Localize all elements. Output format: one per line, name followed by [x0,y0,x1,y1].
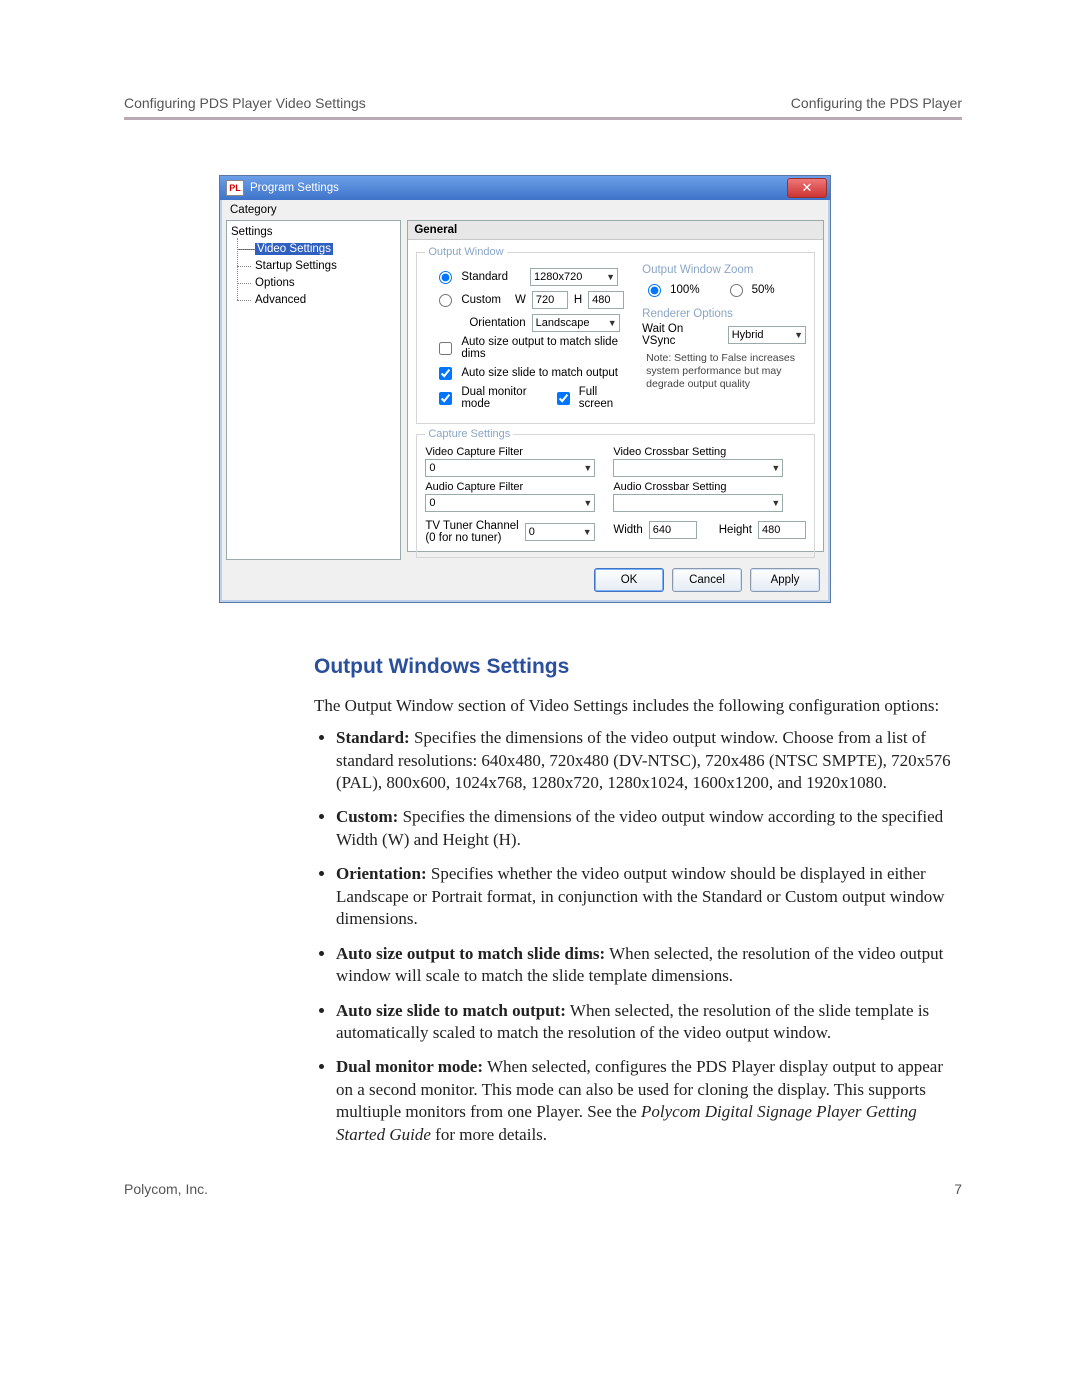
vsync-label: Wait On VSync [642,323,712,347]
capture-height-input[interactable] [758,521,806,539]
audio-capture-filter-select[interactable]: 0▼ [425,494,595,512]
renderer-legend: Renderer Options [642,308,806,320]
zoom-100-label: 100% [670,284,699,296]
list-item: Dual monitor mode: When selected, config… [336,1056,962,1146]
custom-width-input[interactable] [532,291,568,309]
tuner-channel-select[interactable]: 0▼ [525,523,595,541]
definition-list: Standard: Specifies the dimensions of th… [314,727,962,1146]
chevron-down-icon: ▼ [606,272,615,282]
custom-w-label: W [515,294,526,306]
list-item: Custom: Specifies the dimensions of the … [336,806,962,851]
capture-settings-group: Capture Settings Video Capture Filter 0▼… [416,428,815,558]
tree-item-advanced[interactable]: Advanced [231,292,396,309]
custom-height-input[interactable] [588,291,624,309]
chevron-down-icon: ▼ [583,498,592,508]
vsync-note: Note: Setting to False increases system … [642,350,806,391]
custom-radio[interactable] [439,294,452,307]
chevron-down-icon: ▼ [608,318,617,328]
orientation-select[interactable]: Landscape▼ [532,314,620,332]
list-item: Auto size output to match slide dims: Wh… [336,943,962,988]
custom-radio-label: Custom [461,294,501,306]
dialog-title: Program Settings [250,182,339,194]
video-capture-filter-select[interactable]: 0▼ [425,459,595,477]
list-item: Orientation: Specifies whether the video… [336,863,962,930]
full-screen-label: Full screen [579,386,624,410]
pane-title: General [408,221,823,240]
close-icon[interactable]: ✕ [787,178,827,198]
cancel-button[interactable]: Cancel [672,568,742,592]
tuner-label: TV Tuner Channel [425,520,518,532]
zoom-legend: Output Window Zoom [642,264,806,276]
section-intro: The Output Window section of Video Setti… [314,695,962,717]
standard-resolution-select[interactable]: 1280x720▼ [530,268,618,286]
audio-crossbar-select[interactable]: ▼ [613,494,783,512]
custom-h-label: H [574,294,582,306]
chevron-down-icon: ▼ [771,498,780,508]
zoom-50-label: 50% [752,284,775,296]
chevron-down-icon: ▼ [794,330,803,340]
tuner-label-sub: (0 for no tuner) [425,532,501,544]
audio-capture-filter-label: Audio Capture Filter [425,481,595,493]
list-item: Standard: Specifies the dimensions of th… [336,727,962,794]
video-crossbar-select[interactable]: ▼ [613,459,783,477]
full-screen-checkbox[interactable] [557,392,570,405]
output-window-legend: Output Window [425,246,506,258]
audio-crossbar-label: Audio Crossbar Setting [613,481,806,493]
orientation-label: Orientation [469,317,525,329]
dialog-titlebar[interactable]: PL Program Settings ✕ [220,176,830,200]
capture-width-label: Width [613,524,642,536]
auto-size-slide-label: Auto size slide to match output [461,367,618,379]
standard-radio[interactable] [439,271,452,284]
chevron-down-icon: ▼ [771,463,780,473]
video-capture-filter-label: Video Capture Filter [425,446,595,458]
dual-monitor-label: Dual monitor mode [461,386,540,410]
footer-right: 7 [954,1181,962,1197]
apply-button[interactable]: Apply [750,568,820,592]
footer-left: Polycom, Inc. [124,1181,208,1197]
capture-settings-legend: Capture Settings [425,428,513,440]
video-crossbar-label: Video Crossbar Setting [613,446,806,458]
auto-size-output-label: Auto size output to match slide dims [461,336,624,360]
settings-pane: General Output Window Standard 1280x [407,220,824,552]
vsync-select[interactable]: Hybrid▼ [728,326,806,344]
output-window-group: Output Window Standard 1280x720▼ [416,246,815,424]
list-item: Auto size slide to match output: When se… [336,1000,962,1045]
section-heading: Output Windows Settings [314,653,962,681]
standard-radio-label: Standard [461,271,508,283]
header-left: Configuring PDS Player Video Settings [124,95,366,111]
screenshot-figure: PL Program Settings ✕ Category Settings … [219,175,952,603]
category-label: Category [220,200,830,216]
auto-size-output-checkbox[interactable] [439,342,452,355]
chevron-down-icon: ▼ [583,463,592,473]
auto-size-slide-checkbox[interactable] [439,367,452,380]
capture-height-label: Height [719,524,752,536]
tree-item-video-settings[interactable]: Video Settings [231,241,396,258]
dual-monitor-checkbox[interactable] [439,392,452,405]
chevron-down-icon: ▼ [583,527,592,537]
tree-root[interactable]: Settings [231,224,396,241]
zoom-50-radio[interactable] [730,284,743,297]
capture-width-input[interactable] [649,521,697,539]
category-tree[interactable]: Settings Video Settings Startup Settings… [226,220,401,560]
header-right: Configuring the PDS Player [791,95,962,111]
tree-item-startup-settings[interactable]: Startup Settings [231,258,396,275]
app-icon: PL [226,180,244,196]
ok-button[interactable]: OK [594,568,664,592]
zoom-100-radio[interactable] [648,284,661,297]
program-settings-dialog: PL Program Settings ✕ Category Settings … [219,175,831,603]
tree-item-options[interactable]: Options [231,275,396,292]
